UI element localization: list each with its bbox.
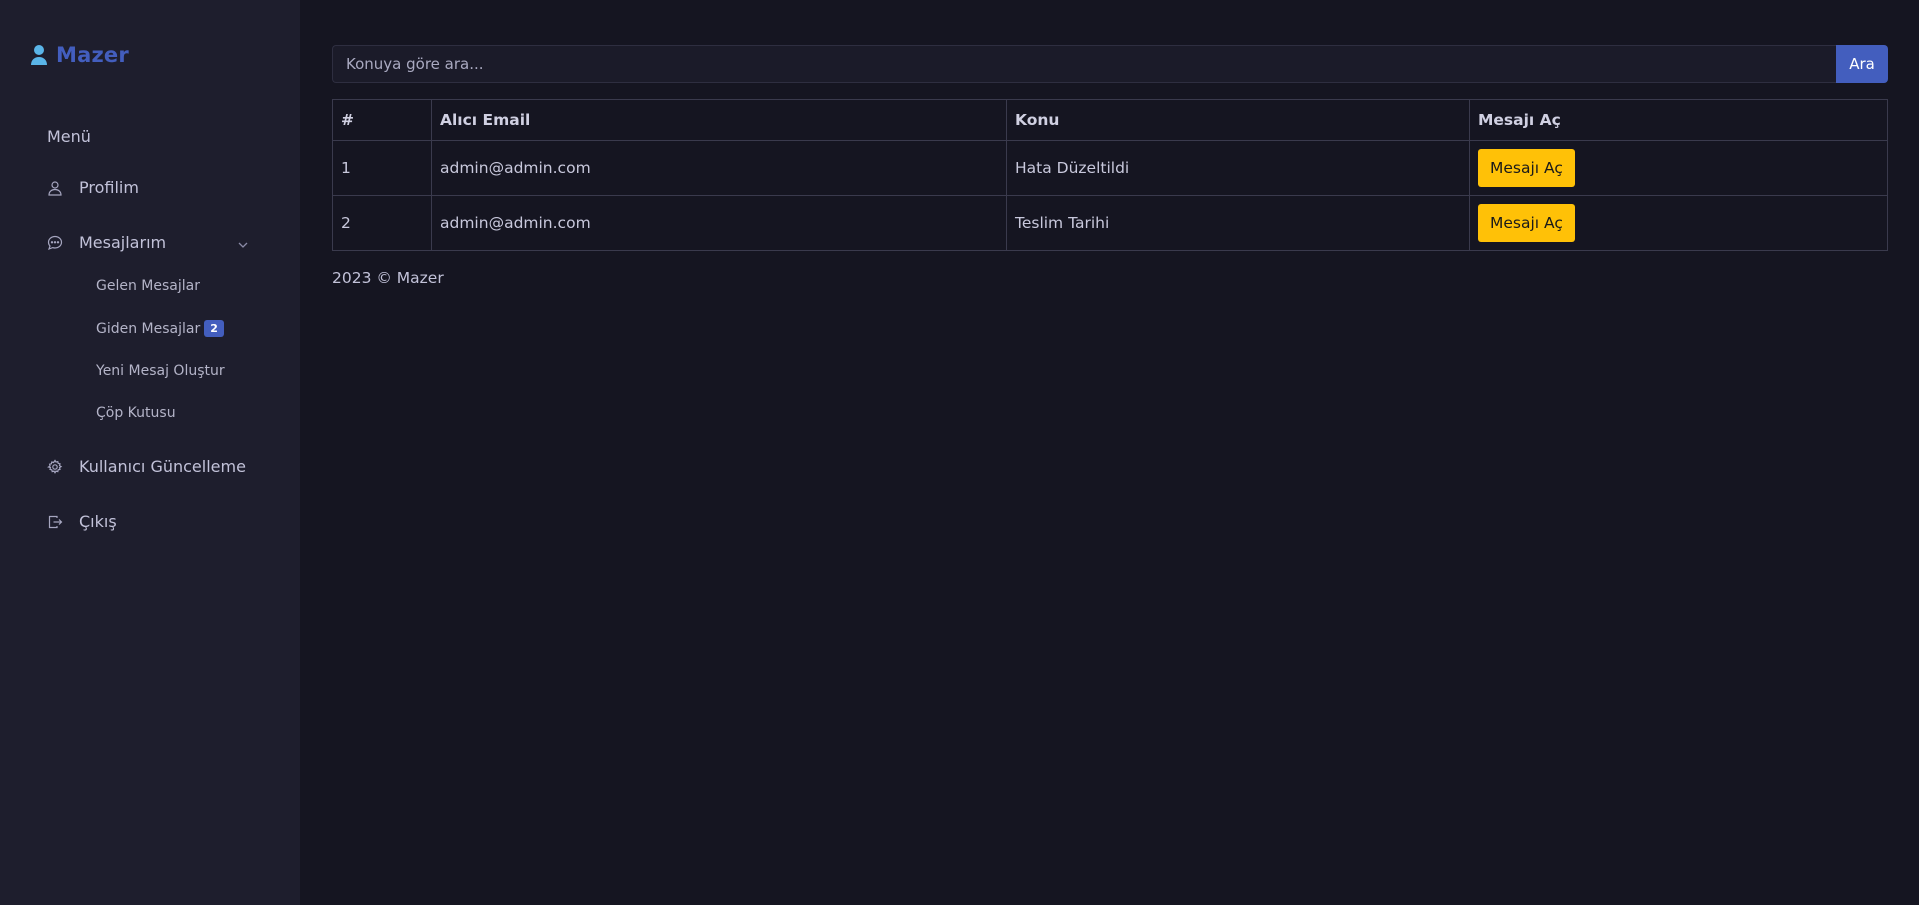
- sidebar-item-label: Profilim: [79, 178, 139, 197]
- column-header-open-message: Mesajı Aç: [1469, 99, 1888, 141]
- menu-title: Menü: [47, 127, 91, 146]
- submenu-item-trash[interactable]: Çöp Kutusu: [96, 405, 176, 421]
- messages-table: # Alıcı Email Konu Mesajı Aç 1 admin@adm…: [332, 99, 1888, 251]
- person-fill-icon: [30, 44, 48, 66]
- gear-icon: [47, 458, 63, 475]
- table-header-row: # Alıcı Email Konu Mesajı Aç: [332, 99, 1888, 141]
- submenu-item-new-message[interactable]: Yeni Mesaj Oluştur: [96, 363, 225, 379]
- sidebar-item-user-update[interactable]: Kullanıcı Güncelleme: [47, 457, 257, 476]
- submenu-item-label: Çöp Kutusu: [96, 405, 176, 421]
- search-input[interactable]: [332, 45, 1836, 83]
- brand-name: Mazer: [56, 43, 129, 67]
- open-message-button[interactable]: Mesajı Aç: [1478, 204, 1575, 242]
- column-header-number: #: [332, 99, 432, 141]
- person-icon: [47, 180, 63, 196]
- row-number: 1: [332, 140, 432, 196]
- count-badge: 2: [204, 320, 224, 337]
- recipient-email: admin@admin.com: [431, 195, 1007, 251]
- message-subject: Hata Düzeltildi: [1006, 140, 1470, 196]
- logout-icon: [47, 514, 63, 530]
- search-form: Ara: [332, 45, 1888, 83]
- submenu-item-label: Yeni Mesaj Oluştur: [96, 363, 225, 379]
- table-row: 1 admin@admin.com Hata Düzeltildi Mesajı…: [332, 140, 1888, 196]
- sidebar-item-messages[interactable]: Mesajlarım: [47, 233, 257, 252]
- submenu-item-sent[interactable]: Giden Mesajlar 2: [96, 320, 224, 337]
- chat-icon: [47, 235, 63, 251]
- row-number: 2: [332, 195, 432, 251]
- action-cell: Mesajı Aç: [1469, 195, 1888, 251]
- sidebar: Mazer Menü Profilim Mesajlarım Gelen Mes…: [0, 0, 300, 905]
- column-header-subject: Konu: [1006, 99, 1470, 141]
- sidebar-item-logout[interactable]: Çıkış: [47, 512, 257, 531]
- open-message-button[interactable]: Mesajı Aç: [1478, 149, 1575, 187]
- brand-logo[interactable]: Mazer: [30, 43, 129, 67]
- action-cell: Mesajı Aç: [1469, 140, 1888, 196]
- column-header-recipient-email: Alıcı Email: [431, 99, 1007, 141]
- sidebar-item-profile[interactable]: Profilim: [47, 178, 257, 197]
- submenu-item-label: Gelen Mesajlar: [96, 278, 200, 294]
- footer-copyright: 2023 © Mazer: [332, 269, 444, 287]
- sidebar-item-label: Mesajlarım: [79, 233, 167, 252]
- submenu-item-label: Giden Mesajlar: [96, 320, 201, 337]
- chevron-down-icon[interactable]: [237, 236, 249, 248]
- search-button[interactable]: Ara: [1836, 45, 1888, 83]
- table-row: 2 admin@admin.com Teslim Tarihi Mesajı A…: [332, 195, 1888, 251]
- sidebar-item-label: Çıkış: [79, 512, 117, 531]
- sidebar-item-label: Kullanıcı Güncelleme: [79, 457, 246, 476]
- message-subject: Teslim Tarihi: [1006, 195, 1470, 251]
- recipient-email: admin@admin.com: [431, 140, 1007, 196]
- submenu-item-inbox[interactable]: Gelen Mesajlar: [96, 278, 200, 294]
